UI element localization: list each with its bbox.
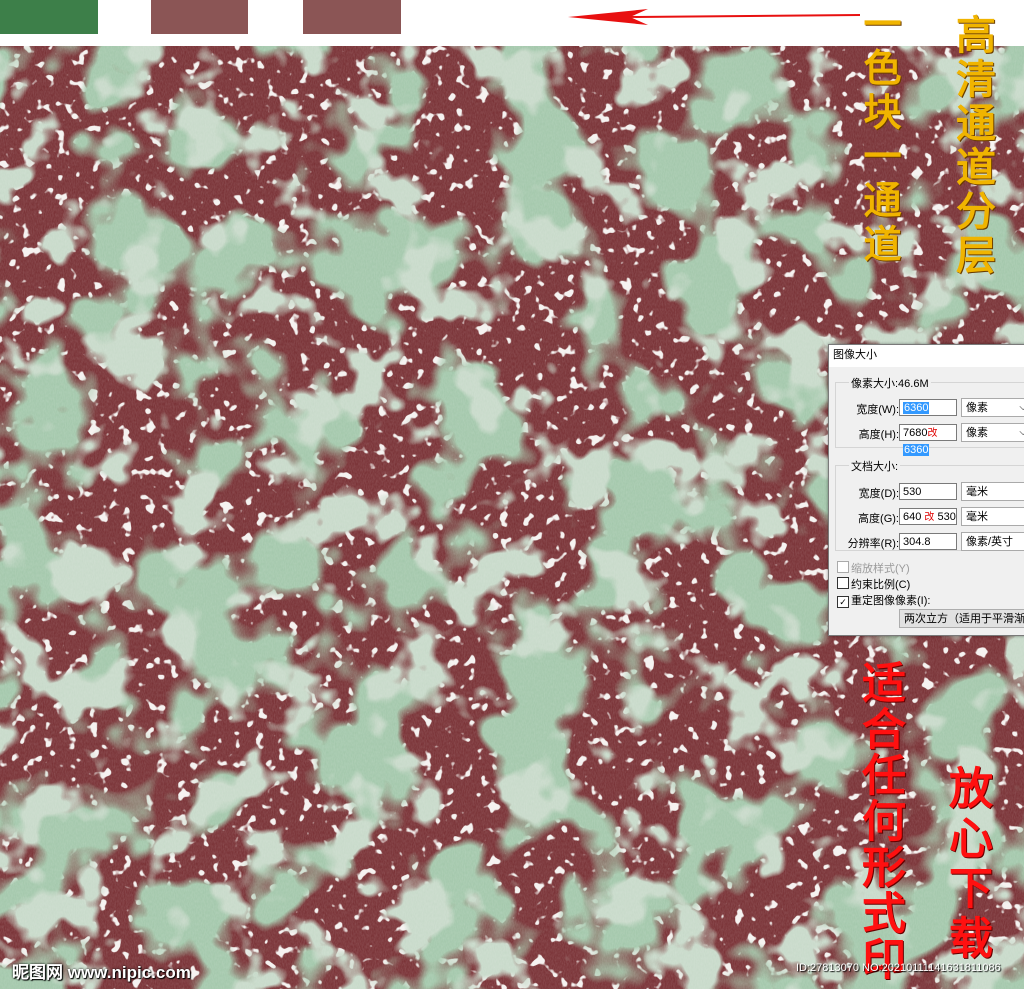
site-watermark: 昵图网 www.nipic.com (12, 963, 191, 982)
document-size-label: 文档大小: (849, 458, 901, 474)
height-value: 6360 (903, 444, 930, 456)
width-label: 宽度(W): (856, 404, 899, 416)
caption-one-color-one-channel: 一色块一通道 (857, 4, 902, 268)
doc-height-label: 高度(G): (858, 513, 899, 525)
resolution-unit-select[interactable]: 像素/英寸 (961, 532, 1024, 551)
constrain-label: 约束比例(C) (851, 579, 911, 591)
image-id-watermark: ID:27813070 NO:20210111141631811086 (796, 962, 1001, 974)
checkmark-icon: ✓ (837, 596, 849, 608)
dialog-title: 图像大小 (829, 345, 1024, 367)
height-input[interactable]: 7680改 6360 (899, 424, 957, 456)
width-unit-select[interactable]: 像素 ⌵ (961, 398, 1024, 417)
resample-label: 重定图像像素(I): (851, 595, 931, 607)
checkbox-box (837, 577, 849, 589)
scale-styles-label: 缩放样式(Y) (851, 563, 910, 575)
checkbox-box (837, 561, 849, 573)
image-size-dialog: 图像大小 像素大小:46.6M 宽度(W): 6360 像素 ⌵ 高度(H): 7… (828, 344, 1024, 636)
height-unit-select[interactable]: 像素 ⌵ (961, 423, 1024, 442)
height-old-value: 7680 (903, 427, 928, 439)
resample-method: 两次立方（适用于平滑渐变 (904, 613, 1024, 625)
width-input[interactable]: 6360 (899, 399, 957, 416)
resample-checkbox[interactable]: ✓ 重定图像像素(I): (837, 592, 930, 608)
maroon-channel-swatch-1 (151, 0, 248, 34)
resolution-value: 304.8 (903, 536, 931, 548)
resolution-input[interactable]: 304.8 (899, 533, 957, 550)
doc-height-edit-mark: 改 (924, 512, 935, 523)
doc-width-label: 宽度(D): (858, 488, 899, 500)
resolution-label: 分辨率(R): (847, 538, 899, 550)
green-channel-swatch (0, 0, 98, 34)
left-arrow-icon (568, 9, 860, 25)
doc-height-old-value: 640 (903, 511, 922, 523)
doc-width-unit: 毫米 (966, 486, 988, 498)
maroon-channel-swatch-2 (303, 0, 401, 34)
doc-height-unit-select[interactable]: 毫米 (961, 507, 1024, 526)
width-unit: 像素 (966, 402, 988, 414)
caption-hd-channel-layers: 高清通道分层 (949, 14, 996, 278)
doc-width-unit-select[interactable]: 毫米 (961, 482, 1024, 501)
height-label: 高度(H): (858, 429, 899, 441)
caption-download-with-confidence: 放心下载 (941, 765, 992, 965)
height-edit-mark: 改 (927, 428, 938, 439)
width-value: 6360 (903, 402, 930, 414)
caption-suitable-for-any-print: 适合任何形式印 (854, 660, 905, 982)
height-unit: 像素 (966, 427, 988, 439)
doc-height-unit: 毫米 (966, 511, 988, 523)
pixel-dimensions-label: 像素大小:46.6M (849, 375, 931, 391)
resolution-unit: 像素/英寸 (966, 536, 1014, 548)
resample-method-select[interactable]: 两次立方（适用于平滑渐变 (899, 609, 1024, 628)
scale-styles-checkbox[interactable]: 缩放样式(Y) (837, 560, 910, 576)
chevron-down-icon: ⌵ (1019, 427, 1024, 438)
doc-height-value: 530 (937, 511, 956, 523)
doc-height-input[interactable]: 640 改 530 (899, 508, 957, 525)
constrain-proportions-checkbox[interactable]: 约束比例(C) (837, 576, 910, 592)
doc-width-value: 530 (903, 486, 922, 498)
doc-width-input[interactable]: 530 (899, 483, 957, 500)
chevron-down-icon: ⌵ (1019, 402, 1024, 413)
